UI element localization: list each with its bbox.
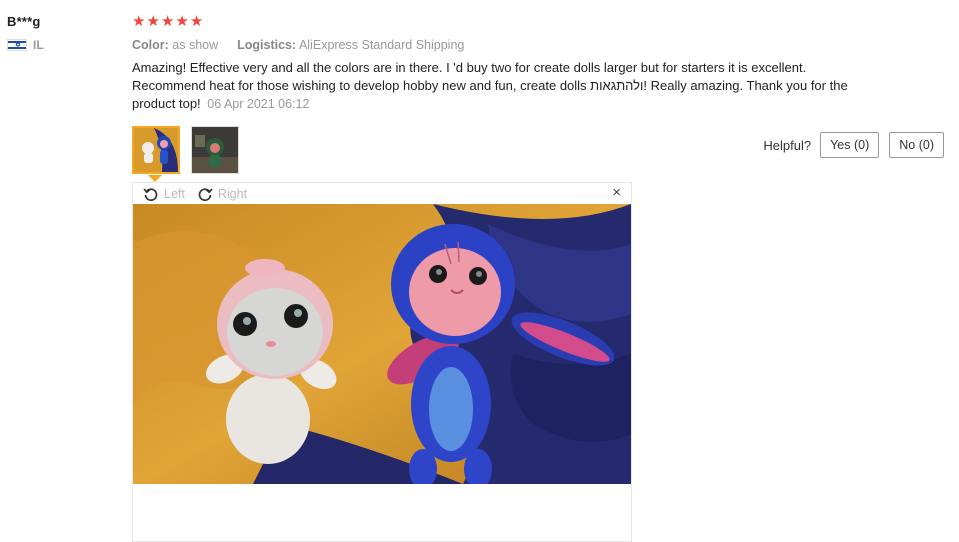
review-photo-large[interactable] [133,204,631,484]
star-icon: ★ [160,13,175,30]
logistics-label: Logistics: [237,38,297,52]
rotate-right-icon [198,187,213,201]
country-code: IL [33,38,44,52]
review-body: ★ ★ ★ ★ ★ Color: as show Logistics: AliE… [132,14,952,113]
order-meta: Color: as show Logistics: AliExpress Sta… [132,38,952,52]
helpful-feedback: Helpful? Yes (0) No (0) [763,132,944,158]
rotate-left-label: Left [164,186,185,201]
helpful-label: Helpful? [763,137,812,153]
helpful-no-button[interactable]: No (0) [889,132,944,158]
reviewer-info: B***g ✡ IL [7,14,117,52]
star-icon: ★ [175,13,189,30]
rotate-right-label: Right [217,186,248,201]
review-date: 06 Apr 2021 06:12 [207,97,310,111]
star-icon: ★ [189,13,204,30]
star-icon: ★ [146,13,160,30]
photo-thumbnail-1[interactable] [132,126,180,174]
logistics-value: AliExpress Standard Shipping [298,38,465,52]
israel-flag-icon: ✡ [7,39,27,51]
photo-thumbnail-2[interactable] [191,126,239,174]
photo-viewer: Left Right × [132,182,632,542]
review-photo-thumbnails [132,126,239,174]
close-icon[interactable]: × [612,185,621,201]
color-label: Color: [132,38,169,52]
star-rating: ★ ★ ★ ★ ★ [132,14,952,30]
review-text-block: Amazing! Effective very and all the colo… [132,59,862,113]
reviewer-country: ✡ IL [7,38,117,52]
rotate-left-icon [143,187,158,201]
helpful-yes-button[interactable]: Yes (0) [820,132,880,158]
rotate-right-button[interactable]: Right [197,186,247,202]
active-thumbnail-pointer [148,175,162,182]
color-value: as show [172,38,219,52]
rotate-left-button[interactable]: Left [143,186,185,202]
star-icon: ★ [132,13,146,30]
reviewer-name: B***g [7,14,41,29]
viewer-toolbar: Left Right × [133,183,631,204]
